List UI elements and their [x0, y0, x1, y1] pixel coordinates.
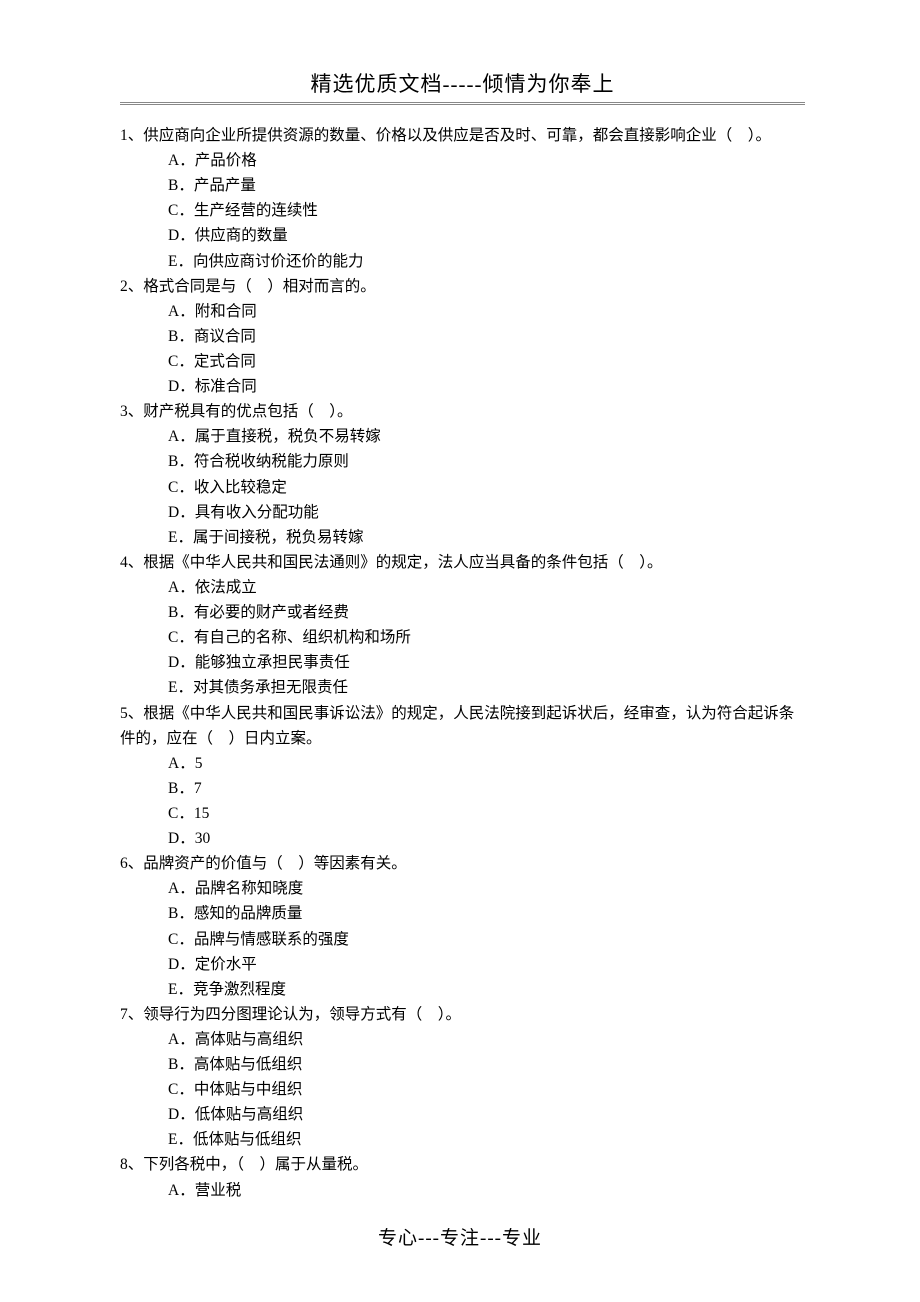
option: B．有必要的财产或者经费: [168, 600, 805, 625]
option: D．具有收入分配功能: [168, 500, 805, 525]
question-7: 7、领导行为四分图理论认为，领导方式有（ ）。 A．高体贴与高组织 B．高体贴与…: [120, 1002, 805, 1153]
question-text: 6、品牌资产的价值与（ ）等因素有关。: [120, 851, 805, 876]
page-footer: 专心---专注---专业: [0, 1223, 920, 1250]
option: A．5: [168, 751, 805, 776]
question-6: 6、品牌资产的价值与（ ）等因素有关。 A．品牌名称知晓度 B．感知的品牌质量 …: [120, 851, 805, 1002]
question-text: 8、下列各税中，（ ）属于从量税。: [120, 1152, 805, 1177]
option: A．附和合同: [168, 299, 805, 324]
option: C．品牌与情感联系的强度: [168, 927, 805, 952]
question-text: 5、根据《中华人民共和国民事诉讼法》的规定，人民法院接到起诉状后，经审查，认为符…: [120, 701, 805, 751]
option: A．营业税: [168, 1178, 805, 1203]
option: C．有自己的名称、组织机构和场所: [168, 625, 805, 650]
option: D．能够独立承担民事责任: [168, 650, 805, 675]
question-4: 4、根据《中华人民共和国民法通则》的规定，法人应当具备的条件包括（ ）。 A．依…: [120, 550, 805, 701]
option: A．产品价格: [168, 148, 805, 173]
option: E．竞争激烈程度: [168, 977, 805, 1002]
option: E．对其债务承担无限责任: [168, 675, 805, 700]
option: A．高体贴与高组织: [168, 1027, 805, 1052]
option: B．感知的品牌质量: [168, 901, 805, 926]
option: E．向供应商讨价还价的能力: [168, 249, 805, 274]
question-options: A．5 B．7 C．15 D．30: [120, 751, 805, 851]
question-text: 1、供应商向企业所提供资源的数量、价格以及供应是否及时、可靠，都会直接影响企业（…: [120, 123, 805, 148]
question-options: A．营业税: [120, 1178, 805, 1203]
question-text: 3、财产税具有的优点包括（ ）。: [120, 399, 805, 424]
question-options: A．依法成立 B．有必要的财产或者经费 C．有自己的名称、组织机构和场所 D．能…: [120, 575, 805, 701]
option: E．低体贴与低组织: [168, 1127, 805, 1152]
header-divider: [120, 102, 805, 105]
question-text: 7、领导行为四分图理论认为，领导方式有（ ）。: [120, 1002, 805, 1027]
option: C．15: [168, 801, 805, 826]
question-options: A．附和合同 B．商议合同 C．定式合同 D．标准合同: [120, 299, 805, 399]
option: C．定式合同: [168, 349, 805, 374]
option: C．生产经营的连续性: [168, 198, 805, 223]
question-options: A．高体贴与高组织 B．高体贴与低组织 C．中体贴与中组织 D．低体贴与高组织 …: [120, 1027, 805, 1153]
option: E．属于间接税，税负易转嫁: [168, 525, 805, 550]
option: A．依法成立: [168, 575, 805, 600]
option: B．商议合同: [168, 324, 805, 349]
document-page: 精选优质文档-----倾情为你奉上 1、供应商向企业所提供资源的数量、价格以及供…: [0, 0, 920, 1243]
option: D．30: [168, 826, 805, 851]
question-options: A．属于直接税，税负不易转嫁 B．符合税收纳税能力原则 C．收入比较稳定 D．具…: [120, 424, 805, 550]
option: C．中体贴与中组织: [168, 1077, 805, 1102]
option: A．属于直接税，税负不易转嫁: [168, 424, 805, 449]
option: B．高体贴与低组织: [168, 1052, 805, 1077]
option: D．供应商的数量: [168, 223, 805, 248]
option: C．收入比较稳定: [168, 475, 805, 500]
option: B．符合税收纳税能力原则: [168, 449, 805, 474]
question-options: A．品牌名称知晓度 B．感知的品牌质量 C．品牌与情感联系的强度 D．定价水平 …: [120, 876, 805, 1002]
question-2: 2、格式合同是与（ ）相对而言的。 A．附和合同 B．商议合同 C．定式合同 D…: [120, 274, 805, 400]
option: D．低体贴与高组织: [168, 1102, 805, 1127]
option: D．定价水平: [168, 952, 805, 977]
question-1: 1、供应商向企业所提供资源的数量、价格以及供应是否及时、可靠，都会直接影响企业（…: [120, 123, 805, 274]
question-3: 3、财产税具有的优点包括（ ）。 A．属于直接税，税负不易转嫁 B．符合税收纳税…: [120, 399, 805, 550]
option: B．7: [168, 776, 805, 801]
option: B．产品产量: [168, 173, 805, 198]
question-5: 5、根据《中华人民共和国民事诉讼法》的规定，人民法院接到起诉状后，经审查，认为符…: [120, 701, 805, 852]
question-8: 8、下列各税中，（ ）属于从量税。 A．营业税: [120, 1152, 805, 1202]
page-header: 精选优质文档-----倾情为你奉上: [120, 68, 805, 98]
question-options: A．产品价格 B．产品产量 C．生产经营的连续性 D．供应商的数量 E．向供应商…: [120, 148, 805, 274]
option: A．品牌名称知晓度: [168, 876, 805, 901]
question-text: 2、格式合同是与（ ）相对而言的。: [120, 274, 805, 299]
document-content: 1、供应商向企业所提供资源的数量、价格以及供应是否及时、可靠，都会直接影响企业（…: [120, 123, 805, 1203]
option: D．标准合同: [168, 374, 805, 399]
question-text: 4、根据《中华人民共和国民法通则》的规定，法人应当具备的条件包括（ ）。: [120, 550, 805, 575]
